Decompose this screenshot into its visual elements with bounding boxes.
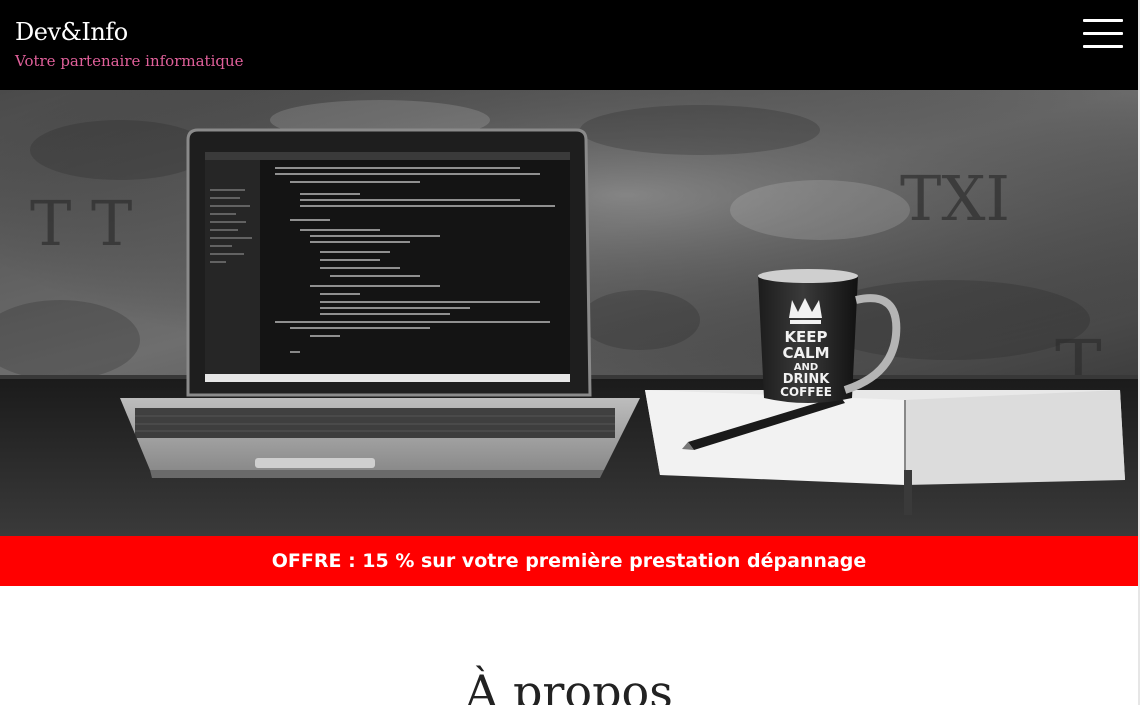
site-header: Dev&Info Votre partenaire informatique [0,0,1140,90]
svg-text:TXI: TXI [900,162,1010,235]
offer-banner: OFFRE : 15 % sur votre première prestati… [0,536,1138,586]
hamburger-icon[interactable] [1083,19,1123,49]
brand-title[interactable]: Dev&Info [15,18,128,46]
mug-text-calm: CALM [782,344,829,362]
about-title: À propos [465,665,673,705]
brand-tagline: Votre partenaire informatique [15,52,244,70]
offer-text: OFFRE : 15 % sur votre première prestati… [271,550,867,572]
hero-image: T T TXI T KEEP CALM AND DRINK COFFEE [0,90,1138,536]
mug-text-coffee: COFFEE [780,385,832,399]
svg-text:T T: T T [30,187,132,260]
